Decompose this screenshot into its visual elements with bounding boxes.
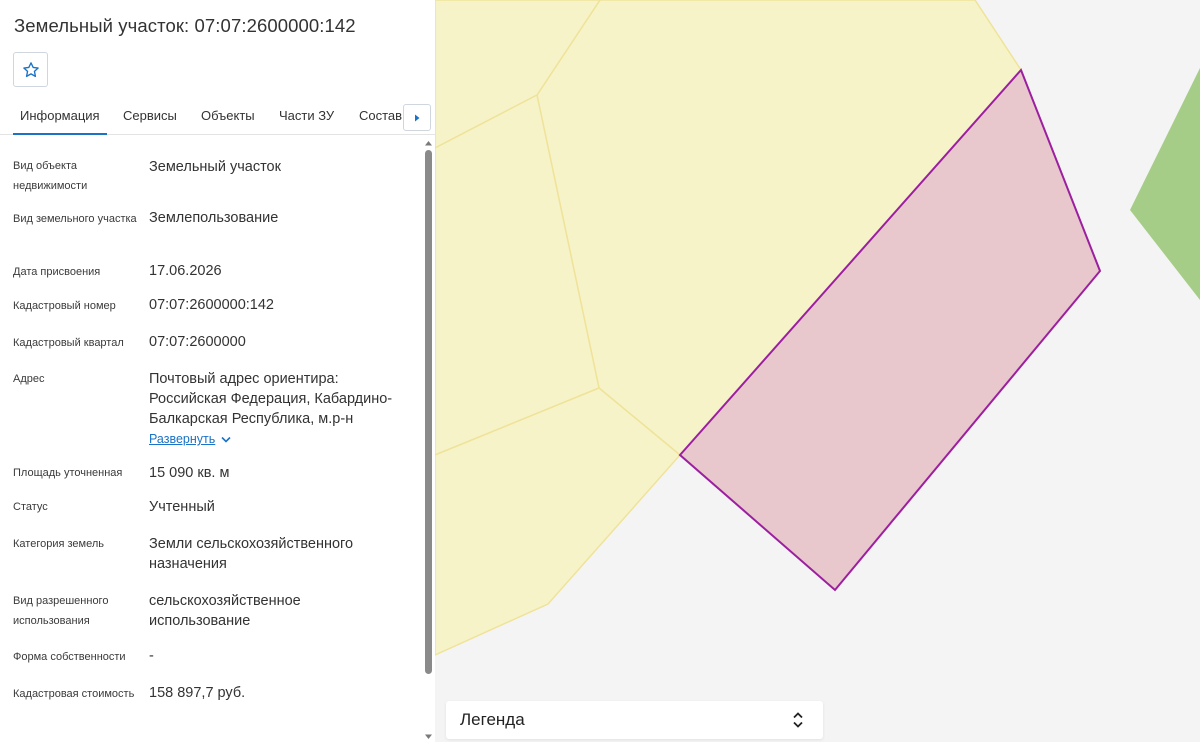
field-label: Вид объекта недвижимости [13, 160, 88, 192]
favorite-button[interactable] [13, 52, 48, 87]
field-label: Площадь уточненная [13, 467, 123, 479]
legend-panel[interactable]: Легенда [446, 701, 823, 739]
field-value: 15 090 кв. м [149, 465, 230, 481]
tab-bar: Информация Сервисы Объекты Части ЗУ Сост… [0, 98, 435, 135]
field-value: сельскохозяйственное использование [149, 593, 301, 629]
info-panel: Земельный участок: 07:07:2600000:142 Инф… [0, 0, 435, 742]
tabs-scroll-right-button[interactable] [403, 104, 431, 131]
field-value: 07:07:2600000 [149, 334, 246, 350]
star-icon [22, 61, 39, 77]
property-list: Вид объекта недвижимости Земельный участ… [0, 135, 420, 742]
field-label: Кадастровый квартал [13, 337, 124, 349]
page-title: Земельный участок: 07:07:2600000:142 [14, 15, 356, 36]
field-label: Статус [13, 501, 48, 513]
field-label: Адрес [13, 373, 45, 385]
field-value: - [149, 648, 154, 664]
expand-collapse-icon[interactable] [790, 710, 806, 730]
field-label: Категория земель [13, 538, 104, 550]
tab-objects[interactable]: Объекты [201, 98, 255, 134]
field-label: Кадастровый номер [13, 300, 116, 312]
field-label: Кадастровая стоимость [13, 688, 135, 700]
green-area[interactable] [1130, 68, 1200, 300]
legend-title: Легенда [460, 710, 525, 729]
field-value: 17.06.2026 [149, 263, 222, 279]
scrollbar-thumb[interactable] [425, 150, 432, 674]
field-label: Дата присвоения [13, 266, 101, 278]
tab-composition[interactable]: Состав [359, 98, 402, 134]
field-value: 07:07:2600000:142 [149, 297, 274, 313]
scroll-up-arrow-icon[interactable] [424, 139, 433, 147]
field-value: Землепользование [149, 210, 279, 226]
address-value: Почтовый адрес ориентира: Российская Фед… [149, 371, 393, 427]
chevron-down-icon [221, 436, 231, 443]
field-value: Земли сельскохозяйственного назначения [149, 536, 354, 572]
expand-link[interactable]: Развернуть [149, 430, 231, 448]
expand-label: Развернуть [149, 432, 216, 446]
field-label: Вид земельного участка [13, 213, 137, 225]
scroll-down-arrow-icon[interactable] [424, 733, 433, 741]
field-label: Форма собственности [13, 651, 126, 663]
tab-information[interactable]: Информация [13, 98, 107, 135]
caret-right-icon [415, 114, 420, 121]
field-value: 158 897,7 руб. [149, 685, 246, 701]
field-value: Учтенный [149, 499, 215, 515]
field-label: Вид разрешенного использования [13, 595, 109, 627]
field-value: Земельный участок [149, 159, 281, 175]
tab-services[interactable]: Сервисы [123, 98, 177, 134]
tab-land-parts[interactable]: Части ЗУ [279, 98, 334, 134]
